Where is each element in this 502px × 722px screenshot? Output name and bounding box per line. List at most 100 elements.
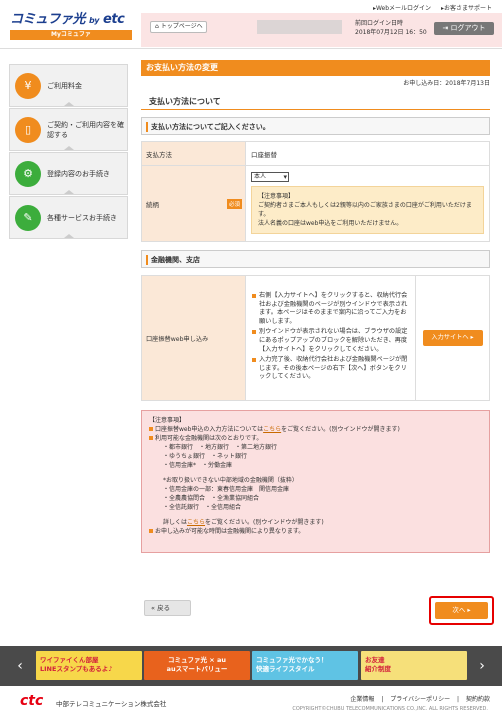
back-button[interactable]: « 戻る (144, 600, 191, 616)
note-title: 【注意事項】 (258, 193, 295, 200)
home-icon: ⌂ (155, 23, 159, 30)
last-login-info: 前回ログイン日時 2018年07月12日 16：50 (355, 19, 427, 37)
book-icon: ▯ (15, 116, 41, 143)
gear-icon: ⚙ (15, 160, 41, 187)
banner-friend-referral[interactable]: お友達 紹介制度 (361, 651, 467, 680)
yen-icon: ¥ (15, 72, 41, 99)
privacy-policy-link[interactable]: プライバシーポリシー (390, 696, 450, 703)
arrow-right-icon: ▸ (467, 606, 471, 614)
next-label: 次へ (452, 606, 466, 614)
caution-item: お申し込みが可能な時間は金融機関により異なります。 (149, 527, 482, 536)
header: コミュファ光 by etc Myコミュファ ▸Webメールログイン ▸お客さまサ… (0, 0, 502, 49)
user-name-redacted (257, 20, 342, 34)
caution-text: 詳しくは (163, 519, 188, 526)
bank-type: ・信用金庫* ・労働金庫 (163, 462, 233, 469)
sidebar-item-billing[interactable]: ¥ ご利用料金 (9, 64, 128, 107)
banner-wifi-room[interactable]: ワイファイくん部屋 LINEスタンプもあるよ♪ (36, 651, 142, 680)
note-line: 法人名義の口座はweb申込をご利用いただけません。 (258, 220, 403, 227)
unavailable-item: ・全信託銀行 ・全信用組合 (163, 504, 242, 511)
instruction-item: 右側【入力サイトへ】をクリックすると、収納代行会社および金融機関のページが別ウイ… (252, 292, 409, 326)
site-logo[interactable]: コミュファ光 by etc Myコミュファ (10, 8, 136, 40)
toppage-button[interactable]: ⌂ トップページへ (150, 21, 207, 33)
instruction-item: 別ウインドウが表示されない場合は、ブラウザの設定にあるポップアップのブロックを解… (252, 328, 409, 354)
howto-link[interactable]: こちら (263, 426, 281, 433)
next-button-highlight: 次へ ▸ (429, 596, 494, 625)
caution-box: 【注意事項】 口座振替web申込の入力方法についてはこちらをご覧ください。(別ウ… (141, 410, 490, 553)
banner-carousel: ‹ ワイファイくん部屋 LINEスタンプもあるよ♪ コミュファ光 × au au… (0, 646, 502, 686)
entry-site-button[interactable]: 入力サイトへ ▸ (422, 330, 483, 346)
banner-text: お友達 (365, 656, 385, 664)
bank-type: ・ゆうちょ銀行 ・ネット銀行 (163, 453, 248, 460)
relationship-note: 【注意事項】 ご契約者さまご本人もしくは2親等以内のご家族さまの口座がご利用いた… (251, 186, 484, 234)
banner-lifestyle[interactable]: コミュファ光でかなう！ 快適ライフスタイル (252, 651, 358, 680)
banner-text: ワイファイくん部屋 (40, 656, 99, 664)
chevron-icon (64, 146, 74, 150)
banner-text: 紹介制度 (365, 665, 391, 673)
toppage-label: トップページへ (160, 23, 203, 30)
caution-text: をご覧ください。(別ウインドウが開きます) (281, 426, 400, 433)
payment-subsection-title: 支払い方法についてご記入ください。 (141, 117, 490, 135)
row-value-cell: 本人 【注意事項】 ご契約者さまご本人もしくは2親等以内のご家族さまの口座がご利… (245, 165, 490, 242)
next-button[interactable]: 次へ ▸ (435, 602, 488, 619)
ctc-logo[interactable]: ctc (20, 693, 43, 709)
row-label-cell: 続柄 必須 (141, 165, 246, 242)
sidebar-item-label: 登録内容のお手続き (47, 169, 110, 178)
bank-type: ・都市銀行 ・地方銀行 ・第二地方銀行 (163, 444, 278, 451)
arrow-right-icon: ▸ (470, 334, 474, 341)
last-login-label: 前回ログイン日時 (355, 20, 404, 27)
chevron-icon (64, 102, 74, 106)
banner-text: LINEスタンプもあるよ♪ (40, 665, 113, 673)
caution-item: 利用可能な金融機関は次のとおりです。 (149, 434, 482, 443)
logout-button[interactable]: ⇥ ログアウト (434, 22, 494, 35)
webmail-login-link[interactable]: ▸Webメールログイン (373, 5, 431, 12)
carousel-next-icon[interactable]: › (476, 656, 488, 676)
details-line: 詳しくはこちらをご覧ください。(別ウインドウが開きます) (149, 518, 482, 527)
document-icon: ✎ (15, 204, 41, 231)
table-row: 口座振替web申し込み 右側【入力サイトへ】をクリックすると、収納代行会社および… (141, 275, 490, 401)
page-title: お支払い方法の変更 (141, 60, 490, 76)
section-title: 支払い方法について (141, 96, 490, 110)
banner-text: コミュファ光でかなう！ (256, 656, 328, 664)
bank-instructions: 右側【入力サイトへ】をクリックすると、収納代行会社および金融機関のページが別ウイ… (245, 275, 416, 401)
caution-text: をご覧ください。(別ウインドウが開きます) (205, 519, 324, 526)
sidebar-item-services[interactable]: ✎ 各種サービスお手続き (9, 196, 128, 239)
footer: ctc 中部テレコミュニケーション株式会社 企業情報 | プライバシーポリシー … (0, 690, 502, 722)
details-link[interactable]: こちら (187, 519, 205, 526)
unavailable-item: ・信用金庫の一部：東春信用金庫 関信用金庫 (163, 486, 290, 493)
table-row: 支払方法 口座振替 (141, 141, 490, 166)
chevron-icon (64, 190, 74, 194)
carousel-prev-icon[interactable]: ‹ (14, 656, 26, 676)
copyright: COPYRIGHT©CHUBU TELECOMMUNICATIONS CO.,I… (292, 706, 488, 712)
row-value: 口座振替 (245, 141, 490, 166)
back-label: 戻る (157, 604, 171, 612)
last-login-value: 2018年07月12日 16：50 (355, 29, 427, 36)
logout-icon: ⇥ (442, 24, 449, 32)
banner-text: auスマートバリュー (166, 665, 228, 673)
customer-support-link[interactable]: ▸お客さまサポート (441, 5, 492, 12)
main-content: お支払い方法の変更 お申し込み日：2018年7月13日 支払い方法について 支払… (141, 60, 490, 553)
relationship-select-value: 本人 (254, 173, 267, 180)
chevron-icon (64, 234, 74, 238)
caution-text: 口座振替web申込の入力方法については (155, 426, 264, 433)
caution-item: 口座振替web申込の入力方法についてはこちらをご覧ください。(別ウインドウが開き… (149, 425, 482, 434)
unavailable-item: ・全農農協問合 ・全漁業協同組合 (163, 495, 260, 502)
bank-table: 口座振替web申し込み 右側【入力サイトへ】をクリックすると、収納代行会社および… (141, 275, 490, 401)
sidebar-item-contract[interactable]: ▯ ご契約・ご利用内容を確認する (9, 108, 128, 151)
payment-form-table: 支払方法 口座振替 続柄 必須 本人 【注意事項】 ご契約者さまご本人もしくは2… (141, 141, 490, 242)
entry-site-label: 入力サイトへ (431, 334, 469, 341)
logo-text: コミュファ光 by etc (10, 8, 136, 27)
banner-text: 快適ライフスタイル (256, 665, 315, 673)
logo-by: by (89, 16, 99, 25)
sidebar-item-registration[interactable]: ⚙ 登録内容のお手続き (9, 152, 128, 195)
corporate-name: 中部テレコミュニケーション株式会社 (56, 700, 167, 708)
banner-au-smart-value[interactable]: コミュファ光 × au auスマートバリュー (144, 651, 250, 680)
top-links: ▸Webメールログイン ▸お客さまサポート (365, 3, 492, 12)
terms-link[interactable]: 契約約款 (466, 696, 490, 703)
sidebar-item-label: ご利用料金 (47, 81, 82, 90)
caution-title: 【注意事項】 (149, 417, 186, 424)
note-line: ご契約者さまご本人もしくは2親等以内のご家族さまの口座がご利用いただけます。 (258, 202, 472, 218)
footer-links: 企業情報 | プライバシーポリシー | 契約約款 (345, 694, 490, 703)
company-info-link[interactable]: 企業情報 (350, 696, 374, 703)
row-label: 口座振替web申し込み (141, 275, 246, 401)
relationship-select[interactable]: 本人 (251, 172, 289, 182)
